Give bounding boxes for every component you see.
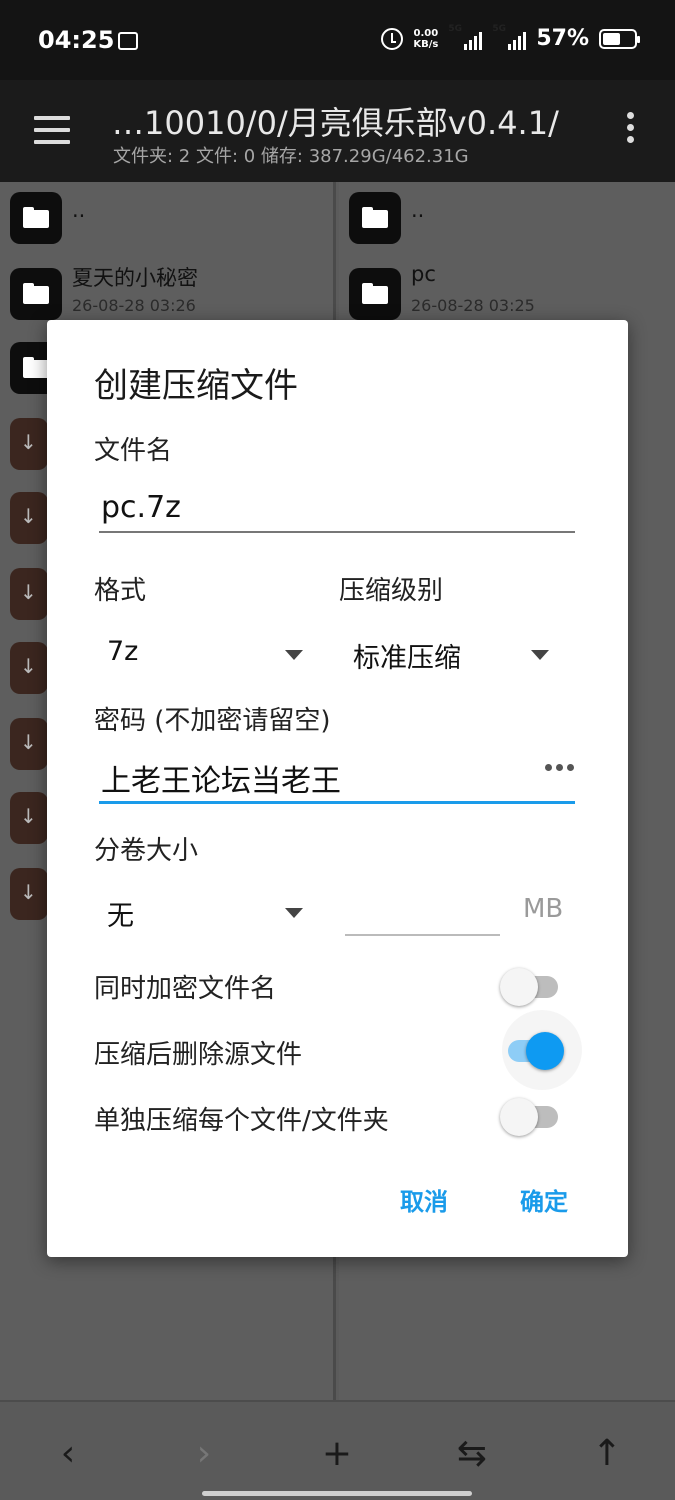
dropdown-arrow-icon <box>285 908 303 918</box>
status-bar: 04:25 0.00 KB/s 5G 5G 57% <box>0 0 675 80</box>
password-input[interactable] <box>99 760 575 804</box>
password-label: 密码 (不加密请留空) <box>94 706 331 736</box>
menu-icon[interactable] <box>34 116 70 144</box>
battery-percent: 57% <box>536 26 589 51</box>
add-icon[interactable]: + <box>313 1430 361 1478</box>
ok-button[interactable]: 确定 <box>520 1182 568 1217</box>
archive-icon <box>10 718 48 770</box>
create-archive-dialog: 创建压缩文件 文件名 格式 压缩级别 7z 标准压缩 密码 (不加密请留空) 分… <box>47 320 628 1257</box>
format-label: 格式 <box>94 576 147 606</box>
show-password-icon[interactable] <box>545 764 574 771</box>
signal-icon-sim2: 5G <box>492 24 527 50</box>
encrypt-filenames-label: 同时加密文件名 <box>94 974 277 1004</box>
volume-size-select[interactable]: 无 <box>99 888 303 938</box>
dropdown-arrow-icon <box>285 650 303 660</box>
clock: 04:25 <box>38 26 115 54</box>
forward-icon[interactable]: › <box>180 1430 228 1478</box>
signal-icon-sim1: 5G <box>448 24 483 50</box>
archive-icon <box>10 418 48 470</box>
archive-icon <box>10 568 48 620</box>
delete-source-label: 压缩后删除源文件 <box>94 1040 303 1070</box>
volume-size-input[interactable] <box>345 880 500 936</box>
notification-app-icon <box>118 32 138 50</box>
alarm-icon <box>381 27 404 50</box>
volume-unit: MB <box>523 894 564 924</box>
format-select[interactable]: 7z <box>99 630 303 680</box>
delete-source-toggle[interactable] <box>502 1010 582 1090</box>
back-icon[interactable]: ‹ <box>44 1430 92 1478</box>
status-icons: 0.00 KB/s 5G 5G 57% <box>381 24 640 51</box>
folder-icon <box>349 268 401 320</box>
archive-icon <box>10 792 48 844</box>
battery-icon <box>599 28 640 49</box>
cancel-button[interactable]: 取消 <box>400 1182 448 1217</box>
filename-label: 文件名 <box>94 436 173 466</box>
bottom-toolbar: ‹ › + ⇆ ↑ <box>0 1400 675 1500</box>
up-icon[interactable]: ↑ <box>583 1430 631 1478</box>
folder-icon <box>10 268 62 320</box>
compression-level-select[interactable]: 标准压缩 <box>345 630 549 680</box>
app-bar: …10010/0/月亮俱乐部v0.4.1/ 文件夹: 2 文件: 0 储存: 3… <box>0 80 675 182</box>
folder-stats: 文件夹: 2 文件: 0 储存: 387.29G/462.31G <box>113 146 469 167</box>
swap-icon[interactable]: ⇆ <box>448 1430 496 1478</box>
compression-level-label: 压缩级别 <box>339 576 444 606</box>
compress-separately-label: 单独压缩每个文件/文件夹 <box>94 1106 389 1136</box>
folder-icon <box>10 192 62 244</box>
dropdown-arrow-icon <box>531 650 549 660</box>
archive-icon <box>10 492 48 544</box>
dialog-title: 创建压缩文件 <box>94 366 298 406</box>
network-speed: 0.00 KB/s <box>413 27 439 50</box>
encrypt-filenames-toggle[interactable] <box>500 966 564 1006</box>
current-path: …10010/0/月亮俱乐部v0.4.1/ <box>112 104 559 142</box>
filename-input[interactable] <box>99 490 575 533</box>
archive-icon <box>10 642 48 694</box>
archive-icon <box>10 868 48 920</box>
folder-icon <box>349 192 401 244</box>
volume-size-label: 分卷大小 <box>94 836 199 866</box>
home-indicator[interactable] <box>202 1491 472 1496</box>
compress-separately-toggle[interactable] <box>500 1096 564 1136</box>
more-options-icon[interactable] <box>627 112 635 146</box>
